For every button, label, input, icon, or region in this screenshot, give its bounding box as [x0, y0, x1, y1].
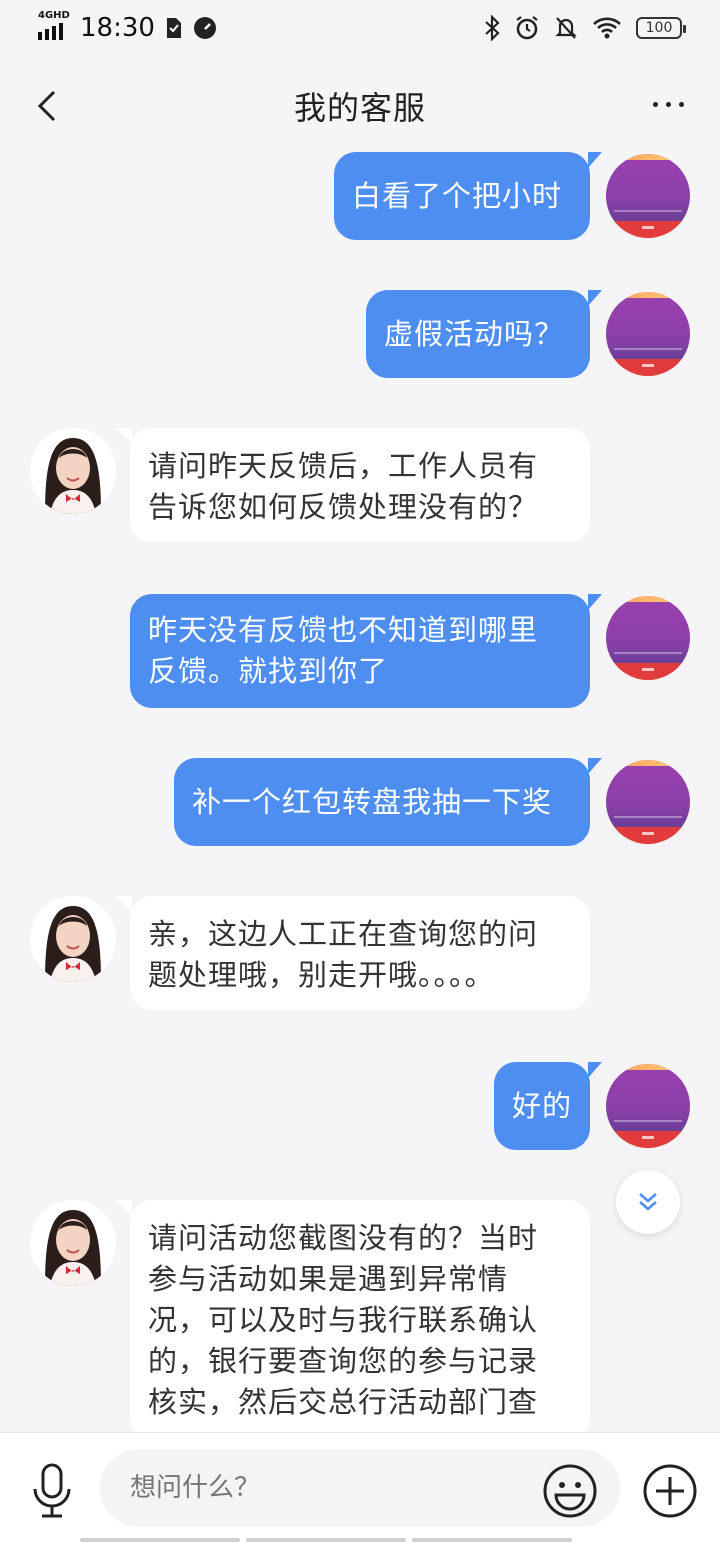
message-text: 补一个红包转盘我抽一下奖 — [192, 784, 553, 819]
chat-input-bar — [0, 1432, 720, 1544]
agent-avatar[interactable] — [30, 896, 116, 982]
message-text: 请问昨天反馈后，工作人员有 — [148, 449, 539, 483]
user-avatar[interactable] — [606, 1064, 690, 1148]
chat-header: 我的客服 — [0, 70, 720, 142]
status-bar: 4GHD 18:30 100 — [0, 0, 720, 56]
chevron-left-icon[interactable] — [30, 88, 66, 124]
alarm-icon — [516, 16, 538, 40]
user-avatar[interactable] — [606, 292, 690, 376]
user-avatar[interactable] — [606, 760, 690, 844]
smiley-icon[interactable] — [542, 1463, 598, 1519]
message-text: 请问活动您截图没有的？当时 — [148, 1221, 539, 1255]
user-message-bubble[interactable]: 昨天没有反馈也不知道到哪里 反馈。就找到你了 — [130, 594, 602, 708]
more-dots-icon[interactable] — [653, 90, 684, 107]
status-time: 18:30 — [80, 13, 155, 43]
signal-icon: 4GHD — [38, 10, 70, 40]
message-text: 好的 — [512, 1088, 573, 1123]
message-text: 参与活动如果是遇到异常情 — [148, 1262, 509, 1296]
scroll-to-bottom-button[interactable] — [616, 1170, 680, 1234]
wifi-icon — [593, 17, 621, 39]
plus-circle-icon[interactable] — [642, 1463, 698, 1519]
message-text: 况，可以及时与我行联系确认 — [148, 1303, 539, 1337]
microphone-icon[interactable] — [30, 1463, 74, 1519]
agent-message-bubble[interactable]: 亲，这边人工正在查询您的问 题处理哦，别走开哦。。。。 — [116, 896, 590, 1010]
message-text: 亲，这边人工正在查询您的问 — [148, 917, 539, 951]
message-text: 昨天没有反馈也不知道到哪里 — [148, 613, 539, 647]
agent-message-bubble[interactable]: 请问昨天反馈后，工作人员有 告诉您如何反馈处理没有的？ — [116, 428, 590, 542]
user-avatar[interactable] — [606, 154, 690, 238]
network-type: 4GHD — [38, 10, 70, 21]
double-chevron-down-icon — [639, 1193, 657, 1211]
message-text: 白看了个把小时 — [352, 178, 563, 213]
user-message-bubble[interactable]: 虚假活动吗？ — [366, 290, 602, 378]
agent-avatar[interactable] — [30, 1200, 116, 1286]
message-text: 告诉您如何反馈处理没有的？ — [148, 490, 539, 524]
battery-icon: 100 — [636, 17, 686, 39]
message-text: 核实，然后交总行活动部门查 — [148, 1385, 539, 1419]
agent-message-bubble[interactable]: 请问活动您截图没有的？当时 参与活动如果是遇到异常情 况，可以及时与我行联系确认… — [116, 1200, 590, 1440]
user-message-bubble[interactable]: 好的 — [494, 1062, 602, 1150]
user-message-bubble[interactable]: 补一个红包转盘我抽一下奖 — [174, 758, 602, 846]
message-text: 反馈。就找到你了 — [148, 654, 389, 688]
message-text: 的，银行要查询您的参与记录 — [148, 1344, 539, 1378]
mute-icon — [555, 17, 577, 39]
speed-icon — [193, 17, 216, 39]
agent-avatar[interactable] — [30, 428, 116, 514]
bluetooth-icon — [485, 15, 500, 41]
message-text: 虚假活动吗？ — [384, 316, 565, 351]
user-avatar[interactable] — [606, 596, 690, 680]
sim-card-icon — [166, 18, 181, 38]
page-title: 我的客服 — [293, 89, 426, 127]
gesture-bar — [80, 1538, 572, 1542]
message-text: 题处理哦，别走开哦。。。。 — [148, 958, 495, 992]
user-message-bubble[interactable]: 白看了个把小时 — [334, 152, 602, 240]
battery-level: 100 — [645, 20, 673, 36]
